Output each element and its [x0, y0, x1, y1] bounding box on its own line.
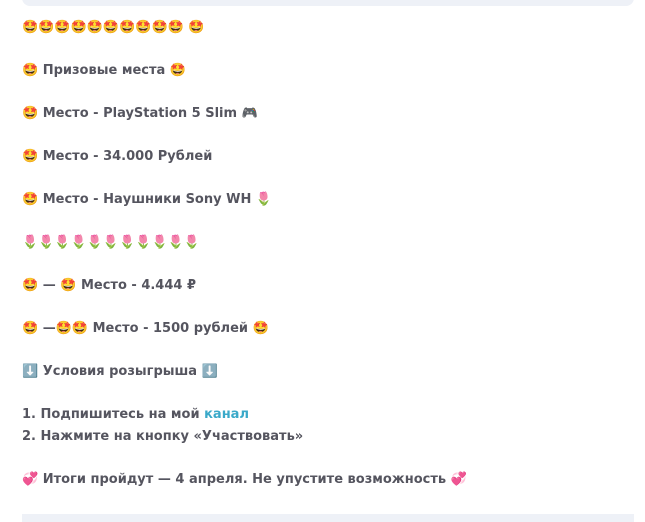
condition-1: 1. Подпишитесь на мой канал: [22, 404, 632, 426]
channel-link[interactable]: канал: [204, 407, 249, 422]
conditions-heading: ⬇️ Условия розыгрыша ⬇️: [22, 364, 218, 379]
tulip-emoji-row: 🌷🌷🌷🌷🌷🌷🌷🌷🌷🌷🌷: [22, 235, 201, 250]
prize-place-3: 🤩 Место - Наушники Sony WH 🌷: [22, 192, 273, 207]
prize-place-2: 🤩 Место - 34.000 Рублей: [22, 149, 213, 164]
giveaway-post-body: 🤩🤩🤩🤩🤩🤩🤩🤩🤩🤩 🤩 🤩 Призовые места 🤩 🤩 Место …: [22, 17, 632, 490]
prize-places-heading: 🤩 Призовые места 🤩: [22, 63, 186, 78]
condition-2: 2. Нажмите на кнопку «Участвовать»: [22, 428, 304, 444]
results-announcement: 💞 Итоги пройдут — 4 апреля. Не упустите …: [22, 471, 467, 487]
prize-place-range-1: 🤩 — 🤩 Место - 4.444 ₽: [22, 278, 197, 293]
prize-place-1: 🤩 Место - PlayStation 5 Slim 🎮: [22, 106, 258, 121]
star-eyes-emoji-row: 🤩🤩🤩🤩🤩🤩🤩🤩🤩🤩 🤩: [22, 20, 205, 35]
condition-1-text: 1. Подпишитесь на мой: [22, 407, 205, 422]
next-card-edge: [22, 514, 634, 522]
previous-card-edge: [22, 0, 634, 6]
prize-place-range-2: 🤩 —🤩🤩 Место - 1500 рублей 🤩: [22, 321, 269, 336]
